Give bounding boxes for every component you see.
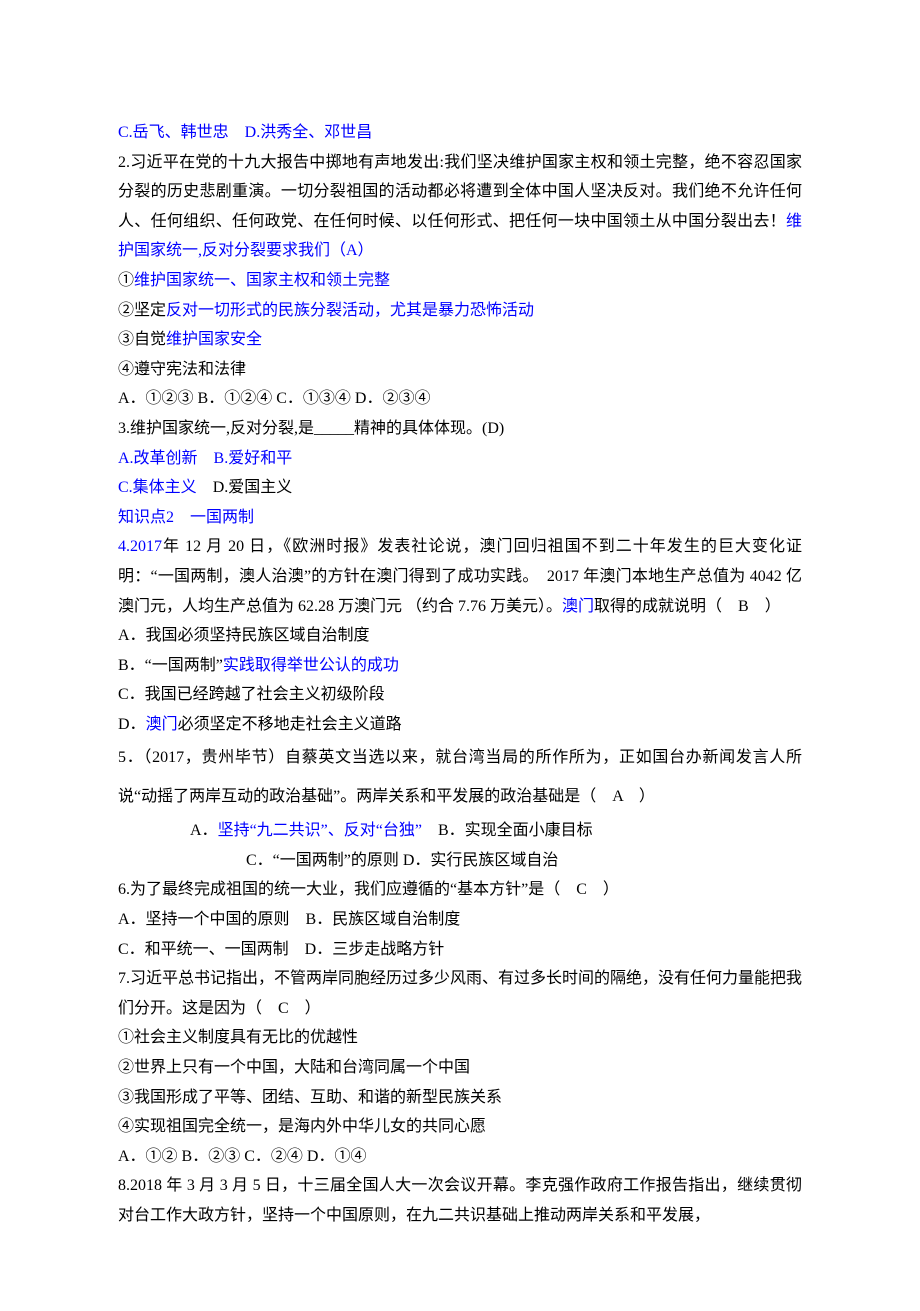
q6-stem: 6.为了最终完成祖国的统一大业，我们应遵循的“基本方针”是（ C ） [118,875,802,905]
q7-stem: 7.习近平总书记指出，不管两岸同胞经历过多少风雨、有过多长时间的隔绝，没有任何力… [118,964,802,1023]
q7-item-3: ③我国形成了平等、团结、互助、和谐的新型民族关系 [118,1083,802,1113]
q3-options-cd: C.集体主义 D.爱国主义 [118,473,802,503]
q2-item-2-pre: ②坚定 [118,302,166,319]
q7-item-4: ④实现祖国完全统一，是海内外中华儿女的共同心愿 [118,1112,802,1142]
q2-stem-text: 2.习近平在党的十九大报告中掷地有声地发出:我们坚决维护国家主权和领土完整，绝不… [118,154,802,230]
q4-option-d-tail: 必须坚定不移地走社会主义道路 [178,716,402,733]
q4-option-b-text: 实践取得举世公认的成功 [223,657,399,674]
q4-option-b: B．“一国两制”实践取得举世公认的成功 [118,651,802,681]
q8-stem: 8.2018 年 3 月 3 月 5 日，十三届全国人大一次会议开幕。李克强作政… [118,1171,802,1230]
q4-option-d-pre: D． [118,716,146,733]
q4-stem: 4.2017年 12 月 20 日，《欧洲时报》发表社论说，澳门回归祖国不到二十… [118,532,802,621]
q7-options: A．①② B．②③ C．②④ D．①④ [118,1142,802,1172]
q2-item-3: ③自觉维护国家安全 [118,325,802,355]
q2-stem: 2.习近平在党的十九大报告中掷地有声地发出:我们坚决维护国家主权和领土完整，绝不… [118,148,802,266]
q1-options-cd: C.岳飞、韩世忠 D.洪秀全、邓世昌 [118,118,802,148]
q4-option-a: A．我国必须坚持民族区域自治制度 [118,621,802,651]
q6-options-ab: A．坚持一个中国的原则 B．民族区域自治制度 [118,905,802,935]
q2-item-2-text: 反对一切形式的民族分裂活动，尤其是暴力恐怖活动 [166,302,534,319]
q4-option-d: D．澳门必须坚定不移地走社会主义道路 [118,710,802,740]
q7-item-1: ①社会主义制度具有无比的优越性 [118,1023,802,1053]
q2-item-2: ②坚定反对一切形式的民族分裂活动，尤其是暴力恐怖活动 [118,296,802,326]
q4-option-b-pre: B．“一国两制” [118,657,223,674]
q2-item-1-num: ① [118,272,134,289]
q2-item-1-text: 维护国家统一、国家主权和领土完整 [134,272,390,289]
q2-item-4: ④遵守宪法和法律 [118,355,802,385]
q4-stem-tail: 取得的成就说明（ B ） [594,598,781,615]
knowledge-point-2: 知识点2 一国两制 [118,503,802,533]
q4-option-c: C．我国已经跨越了社会主义初级阶段 [118,680,802,710]
q3-options-ab: A.改革创新 B.爱好和平 [118,444,802,474]
q5-option-b: B．实现全面小康目标 [422,822,593,839]
q7-item-2: ②世界上只有一个中国，大陆和台湾同属一个中国 [118,1053,802,1083]
q2-item-3-pre: ③自觉 [118,331,166,348]
q2-options: A．①②③ B．①②④ C．①③④ D．②③④ [118,384,802,414]
document-page: C.岳飞、韩世忠 D.洪秀全、邓世昌 2.习近平在党的十九大报告中掷地有声地发出… [0,0,920,1311]
q3-option-c: C.集体主义 [118,479,213,496]
q4-stem-year: 4.2017 [118,538,162,555]
q5-option-a-pre: A． [190,822,218,839]
q4-option-d-macau: 澳门 [146,716,178,733]
q6-options-cd: C．和平统一、一国两制 D．三步走战略方针 [118,935,802,965]
q5-options-ab: A．坚持“九二共识”、反对“台独” B．实现全面小康目标 [118,816,802,846]
q4-stem-macau: 澳门 [562,598,594,615]
q3-stem: 3.维护国家统一,反对分裂,是_____精神的具体体现。(D) [118,414,802,444]
q5-options-cd: C．“一国两制”的原则 D．实行民族区域自治 [118,846,802,876]
q3-option-d: D.爱国主义 [213,479,293,496]
q2-item-1: ①维护国家统一、国家主权和领土完整 [118,266,802,296]
q5-option-a-text: 坚持“九二共识”、反对“台独” [218,822,422,839]
q5-stem: 5．（2017，贵州毕节）自蔡英文当选以来，就台湾当局的所作所为，正如国台办新闻… [118,739,802,816]
q2-item-3-text: 维护国家安全 [166,331,262,348]
